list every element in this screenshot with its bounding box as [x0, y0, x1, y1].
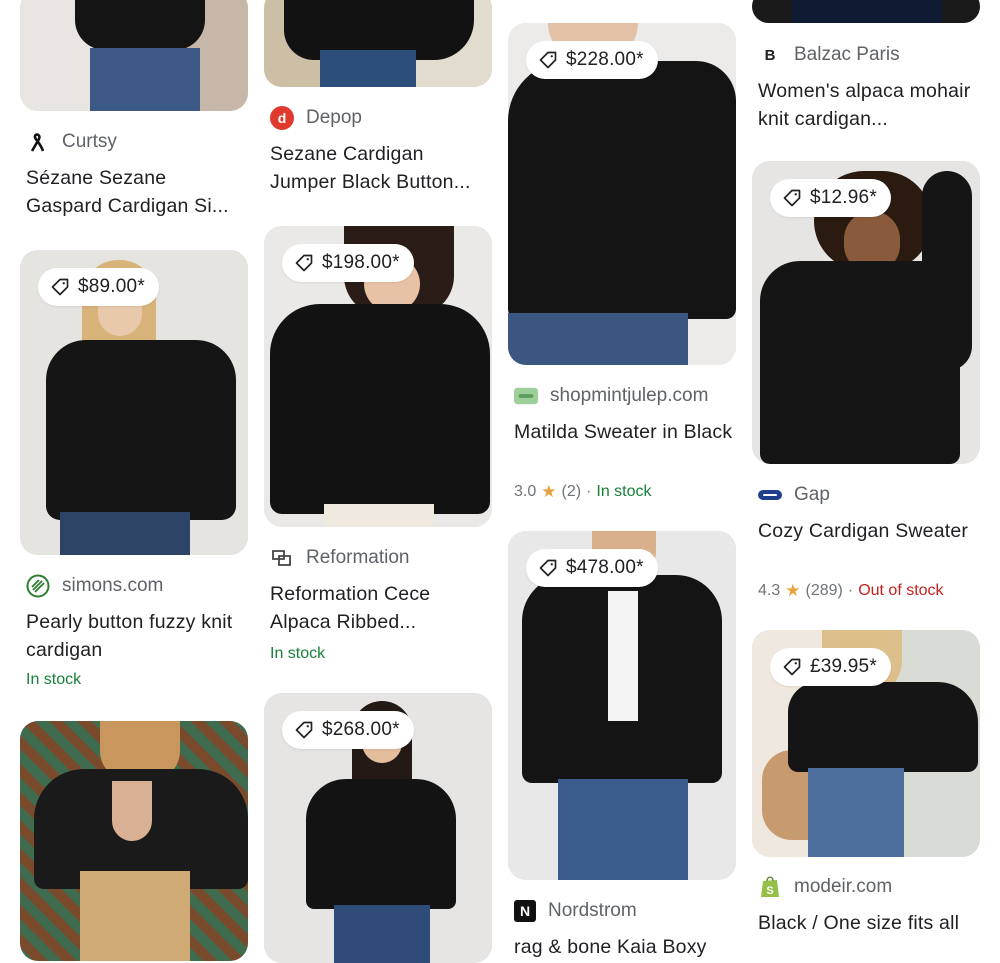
price-value: $268.00*	[322, 719, 400, 740]
source-row[interactable]: Gap	[758, 481, 830, 509]
price-tag: $268.00*	[282, 711, 414, 749]
product-image[interactable]: $228.00*	[508, 23, 736, 365]
price-tag: $478.00*	[526, 549, 658, 587]
price-tag: $89.00*	[38, 268, 159, 306]
depop-logo-icon: d	[270, 106, 294, 130]
product-image[interactable]: £39.95*	[752, 630, 980, 857]
price-value: $228.00*	[566, 49, 644, 70]
product-title[interactable]: Sezane Cardigan Jumper Black Button...	[270, 140, 492, 196]
price-tag-icon	[295, 721, 313, 739]
rating-row: 3.0 ★ (2) · In stock	[514, 482, 652, 502]
source-row[interactable]: Curtsy	[26, 128, 117, 156]
source-row[interactable]: shopmintjulep.com	[514, 382, 708, 410]
shopify-logo-icon: S	[758, 875, 782, 899]
product-title[interactable]: Black / One size fits all	[758, 909, 980, 937]
gap-logo-icon	[758, 483, 782, 507]
price-tag: £39.95*	[770, 648, 891, 686]
rating-value: 3.0	[514, 483, 537, 500]
product-image[interactable]: $478.00*	[508, 531, 736, 880]
stock-status: In stock	[596, 483, 652, 500]
star-icon: ★	[785, 581, 801, 600]
price-tag-icon	[539, 51, 557, 69]
source-row[interactable]: simons.com	[26, 572, 163, 600]
source-name: modeir.com	[794, 876, 893, 897]
source-name: Reformation	[306, 547, 410, 568]
price-value: $478.00*	[566, 557, 644, 578]
source-name: Curtsy	[62, 131, 117, 152]
price-tag-icon	[539, 559, 557, 577]
separator: ·	[847, 582, 854, 599]
source-row[interactable]: d Depop	[270, 104, 362, 132]
product-image[interactable]: $89.00*	[20, 250, 248, 555]
balzac-logo-icon: B	[758, 43, 782, 67]
logo-letter: N	[519, 903, 531, 919]
price-tag: $228.00*	[526, 41, 658, 79]
rating-row: 4.3 ★ (289) · Out of stock	[758, 581, 944, 601]
product-title[interactable]: Sézane Sezane Gaspard Cardigan Si...	[26, 164, 248, 220]
product-title[interactable]: Pearly button fuzzy knit cardigan	[26, 608, 248, 664]
source-name: Nordstrom	[548, 900, 637, 921]
nordstrom-logo-icon: N	[514, 900, 536, 922]
product-image[interactable]	[264, 0, 492, 87]
product-title[interactable]: Cozy Cardigan Sweater	[758, 517, 980, 545]
rating-value: 4.3	[758, 582, 781, 599]
product-title[interactable]: rag & bone Kaia Boxy	[514, 933, 736, 961]
simons-logo-icon	[26, 574, 50, 598]
price-value: $198.00*	[322, 252, 400, 273]
separator: ·	[586, 483, 592, 500]
source-row[interactable]: N Nordstrom	[514, 897, 637, 925]
product-title[interactable]: Women's alpaca mohair knit cardigan...	[758, 77, 980, 133]
product-image[interactable]: $198.00*	[264, 226, 492, 527]
star-icon: ★	[541, 482, 557, 501]
source-name: Balzac Paris	[794, 44, 900, 65]
source-name: Depop	[306, 107, 362, 128]
review-count: (289)	[805, 582, 843, 599]
price-tag-icon	[295, 254, 313, 272]
source-name: simons.com	[62, 575, 164, 596]
price-value: $89.00*	[78, 276, 145, 297]
product-title[interactable]: Matilda Sweater in Black	[514, 418, 736, 446]
stock-status: Out of stock	[858, 582, 944, 599]
price-tag: $198.00*	[282, 244, 414, 282]
product-image[interactable]	[752, 0, 980, 23]
product-image[interactable]	[20, 721, 248, 961]
price-tag-icon	[51, 278, 69, 296]
curtsy-logo-icon	[26, 130, 50, 154]
source-row[interactable]: Reformation	[270, 544, 410, 572]
source-row[interactable]: S modeir.com	[758, 873, 892, 901]
price-value: $12.96*	[810, 187, 877, 208]
svg-text:S: S	[766, 885, 773, 897]
stock-status: In stock	[270, 645, 326, 662]
reformation-logo-icon	[270, 546, 294, 570]
logo-letter: B	[764, 46, 776, 64]
mintjulep-logo-icon	[514, 384, 538, 408]
price-tag-icon	[783, 189, 801, 207]
product-title[interactable]: Reformation Cece Alpaca Ribbed...	[270, 580, 492, 636]
price-tag-icon	[783, 658, 801, 676]
product-image[interactable]: $268.00*	[264, 693, 492, 963]
price-value: £39.95*	[810, 656, 877, 677]
price-tag: $12.96*	[770, 179, 891, 217]
product-image[interactable]: $12.96*	[752, 161, 980, 464]
source-name: shopmintjulep.com	[550, 385, 709, 406]
product-image[interactable]	[20, 0, 248, 111]
source-row[interactable]: B Balzac Paris	[758, 41, 900, 69]
source-name: Gap	[794, 484, 830, 505]
review-count: (2)	[561, 483, 582, 500]
stock-status: In stock	[26, 671, 82, 688]
svg-text:d: d	[278, 110, 287, 126]
